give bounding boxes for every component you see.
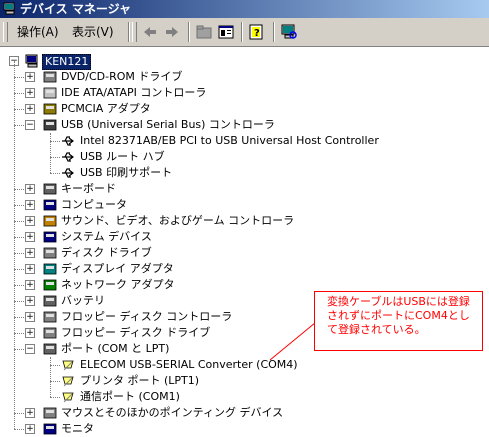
annotation-layer	[269, 317, 322, 361]
annotation-text: 変換ケーブルはUSBには登録されずにポートにCOM4として登録されている。	[327, 295, 470, 336]
annotation-callout: 変換ケーブルはUSBには登録されずにポートにCOM4として登録されている。	[314, 291, 483, 351]
